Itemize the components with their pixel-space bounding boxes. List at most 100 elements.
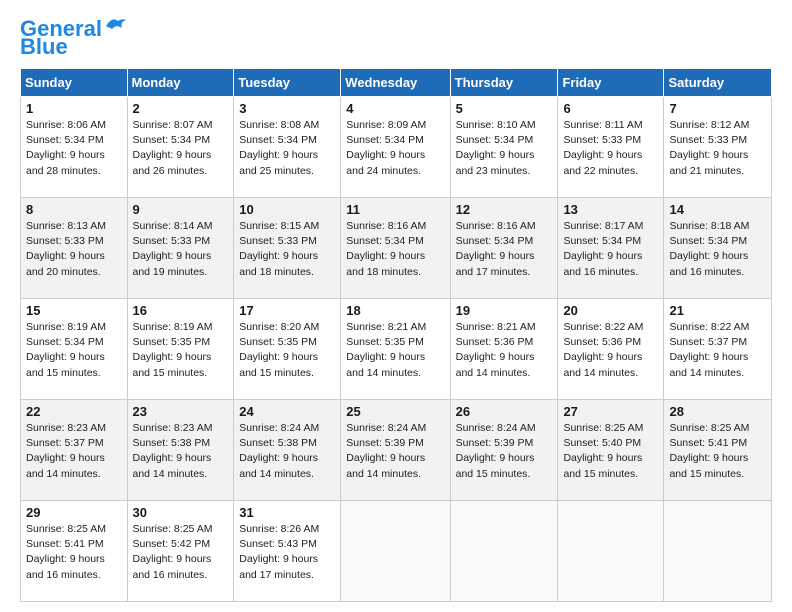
day-number: 15 bbox=[26, 303, 122, 318]
sunset-label: Sunset: 5:36 PM bbox=[456, 336, 534, 348]
sunset-label: Sunset: 5:37 PM bbox=[669, 336, 747, 348]
sunrise-label: Sunrise: 8:16 AM bbox=[456, 220, 536, 232]
sunrise-label: Sunrise: 8:08 AM bbox=[239, 119, 319, 131]
sunrise-label: Sunrise: 8:15 AM bbox=[239, 220, 319, 232]
sunset-label: Sunset: 5:34 PM bbox=[456, 235, 534, 247]
day-number: 4 bbox=[346, 101, 444, 116]
sunset-label: Sunset: 5:34 PM bbox=[346, 134, 424, 146]
day-number: 24 bbox=[239, 404, 335, 419]
page: General Blue SundayMondayTuesdayWednesda… bbox=[0, 0, 792, 612]
daylight-label: Daylight: 9 hours and 16 minutes. bbox=[133, 553, 212, 580]
sunset-label: Sunset: 5:34 PM bbox=[239, 134, 317, 146]
day-number: 26 bbox=[456, 404, 553, 419]
daylight-label: Daylight: 9 hours and 18 minutes. bbox=[346, 250, 425, 277]
day-number: 5 bbox=[456, 101, 553, 116]
daylight-label: Daylight: 9 hours and 14 minutes. bbox=[563, 351, 642, 378]
sunrise-label: Sunrise: 8:10 AM bbox=[456, 119, 536, 131]
daylight-label: Daylight: 9 hours and 15 minutes. bbox=[669, 452, 748, 479]
sunset-label: Sunset: 5:35 PM bbox=[133, 336, 211, 348]
calendar-week-row: 1 Sunrise: 8:06 AM Sunset: 5:34 PM Dayli… bbox=[21, 97, 772, 198]
day-info: Sunrise: 8:09 AM Sunset: 5:34 PM Dayligh… bbox=[346, 118, 444, 179]
day-info: Sunrise: 8:16 AM Sunset: 5:34 PM Dayligh… bbox=[456, 219, 553, 280]
day-number: 14 bbox=[669, 202, 766, 217]
day-number: 2 bbox=[133, 101, 229, 116]
day-info: Sunrise: 8:25 AM Sunset: 5:42 PM Dayligh… bbox=[133, 522, 229, 583]
daylight-label: Daylight: 9 hours and 16 minutes. bbox=[563, 250, 642, 277]
daylight-label: Daylight: 9 hours and 14 minutes. bbox=[26, 452, 105, 479]
day-number: 18 bbox=[346, 303, 444, 318]
day-info: Sunrise: 8:17 AM Sunset: 5:34 PM Dayligh… bbox=[563, 219, 658, 280]
daylight-label: Daylight: 9 hours and 17 minutes. bbox=[456, 250, 535, 277]
day-info: Sunrise: 8:19 AM Sunset: 5:34 PM Dayligh… bbox=[26, 320, 122, 381]
sunset-label: Sunset: 5:34 PM bbox=[669, 235, 747, 247]
calendar-cell: 1 Sunrise: 8:06 AM Sunset: 5:34 PM Dayli… bbox=[21, 97, 128, 198]
daylight-label: Daylight: 9 hours and 22 minutes. bbox=[563, 149, 642, 176]
calendar-cell: 7 Sunrise: 8:12 AM Sunset: 5:33 PM Dayli… bbox=[664, 97, 772, 198]
calendar-cell: 3 Sunrise: 8:08 AM Sunset: 5:34 PM Dayli… bbox=[234, 97, 341, 198]
day-info: Sunrise: 8:20 AM Sunset: 5:35 PM Dayligh… bbox=[239, 320, 335, 381]
header: General Blue bbox=[20, 18, 772, 58]
day-number: 17 bbox=[239, 303, 335, 318]
day-number: 3 bbox=[239, 101, 335, 116]
sunset-label: Sunset: 5:33 PM bbox=[133, 235, 211, 247]
sunset-label: Sunset: 5:34 PM bbox=[133, 134, 211, 146]
weekday-header: Monday bbox=[127, 69, 234, 97]
day-info: Sunrise: 8:24 AM Sunset: 5:39 PM Dayligh… bbox=[346, 421, 444, 482]
weekday-header: Wednesday bbox=[341, 69, 450, 97]
sunset-label: Sunset: 5:39 PM bbox=[456, 437, 534, 449]
calendar-cell: 10 Sunrise: 8:15 AM Sunset: 5:33 PM Dayl… bbox=[234, 198, 341, 299]
sunset-label: Sunset: 5:34 PM bbox=[346, 235, 424, 247]
sunrise-label: Sunrise: 8:21 AM bbox=[456, 321, 536, 333]
calendar-cell: 13 Sunrise: 8:17 AM Sunset: 5:34 PM Dayl… bbox=[558, 198, 664, 299]
calendar-cell: 5 Sunrise: 8:10 AM Sunset: 5:34 PM Dayli… bbox=[450, 97, 558, 198]
day-number: 30 bbox=[133, 505, 229, 520]
sunrise-label: Sunrise: 8:26 AM bbox=[239, 523, 319, 535]
calendar-cell: 8 Sunrise: 8:13 AM Sunset: 5:33 PM Dayli… bbox=[21, 198, 128, 299]
day-number: 20 bbox=[563, 303, 658, 318]
calendar-cell: 4 Sunrise: 8:09 AM Sunset: 5:34 PM Dayli… bbox=[341, 97, 450, 198]
sunset-label: Sunset: 5:37 PM bbox=[26, 437, 104, 449]
sunrise-label: Sunrise: 8:25 AM bbox=[563, 422, 643, 434]
day-number: 19 bbox=[456, 303, 553, 318]
calendar-cell bbox=[450, 501, 558, 602]
calendar-cell: 28 Sunrise: 8:25 AM Sunset: 5:41 PM Dayl… bbox=[664, 400, 772, 501]
calendar-cell: 2 Sunrise: 8:07 AM Sunset: 5:34 PM Dayli… bbox=[127, 97, 234, 198]
calendar-cell: 26 Sunrise: 8:24 AM Sunset: 5:39 PM Dayl… bbox=[450, 400, 558, 501]
calendar-table: SundayMondayTuesdayWednesdayThursdayFrid… bbox=[20, 68, 772, 602]
sunrise-label: Sunrise: 8:12 AM bbox=[669, 119, 749, 131]
day-info: Sunrise: 8:19 AM Sunset: 5:35 PM Dayligh… bbox=[133, 320, 229, 381]
day-info: Sunrise: 8:07 AM Sunset: 5:34 PM Dayligh… bbox=[133, 118, 229, 179]
daylight-label: Daylight: 9 hours and 17 minutes. bbox=[239, 553, 318, 580]
weekday-header: Sunday bbox=[21, 69, 128, 97]
weekday-header: Thursday bbox=[450, 69, 558, 97]
sunset-label: Sunset: 5:33 PM bbox=[669, 134, 747, 146]
calendar-cell: 23 Sunrise: 8:23 AM Sunset: 5:38 PM Dayl… bbox=[127, 400, 234, 501]
day-number: 7 bbox=[669, 101, 766, 116]
sunset-label: Sunset: 5:33 PM bbox=[26, 235, 104, 247]
day-info: Sunrise: 8:24 AM Sunset: 5:38 PM Dayligh… bbox=[239, 421, 335, 482]
day-number: 9 bbox=[133, 202, 229, 217]
day-info: Sunrise: 8:14 AM Sunset: 5:33 PM Dayligh… bbox=[133, 219, 229, 280]
day-number: 27 bbox=[563, 404, 658, 419]
calendar-cell: 21 Sunrise: 8:22 AM Sunset: 5:37 PM Dayl… bbox=[664, 299, 772, 400]
daylight-label: Daylight: 9 hours and 15 minutes. bbox=[239, 351, 318, 378]
sunrise-label: Sunrise: 8:23 AM bbox=[133, 422, 213, 434]
sunrise-label: Sunrise: 8:09 AM bbox=[346, 119, 426, 131]
day-info: Sunrise: 8:11 AM Sunset: 5:33 PM Dayligh… bbox=[563, 118, 658, 179]
daylight-label: Daylight: 9 hours and 20 minutes. bbox=[26, 250, 105, 277]
day-info: Sunrise: 8:18 AM Sunset: 5:34 PM Dayligh… bbox=[669, 219, 766, 280]
day-number: 29 bbox=[26, 505, 122, 520]
sunset-label: Sunset: 5:38 PM bbox=[133, 437, 211, 449]
day-number: 28 bbox=[669, 404, 766, 419]
calendar-cell: 24 Sunrise: 8:24 AM Sunset: 5:38 PM Dayl… bbox=[234, 400, 341, 501]
sunrise-label: Sunrise: 8:21 AM bbox=[346, 321, 426, 333]
calendar-cell: 29 Sunrise: 8:25 AM Sunset: 5:41 PM Dayl… bbox=[21, 501, 128, 602]
calendar-cell: 12 Sunrise: 8:16 AM Sunset: 5:34 PM Dayl… bbox=[450, 198, 558, 299]
sunset-label: Sunset: 5:43 PM bbox=[239, 538, 317, 550]
calendar-cell bbox=[341, 501, 450, 602]
day-info: Sunrise: 8:13 AM Sunset: 5:33 PM Dayligh… bbox=[26, 219, 122, 280]
calendar-week-row: 8 Sunrise: 8:13 AM Sunset: 5:33 PM Dayli… bbox=[21, 198, 772, 299]
daylight-label: Daylight: 9 hours and 19 minutes. bbox=[133, 250, 212, 277]
weekday-header: Saturday bbox=[664, 69, 772, 97]
calendar-cell: 6 Sunrise: 8:11 AM Sunset: 5:33 PM Dayli… bbox=[558, 97, 664, 198]
